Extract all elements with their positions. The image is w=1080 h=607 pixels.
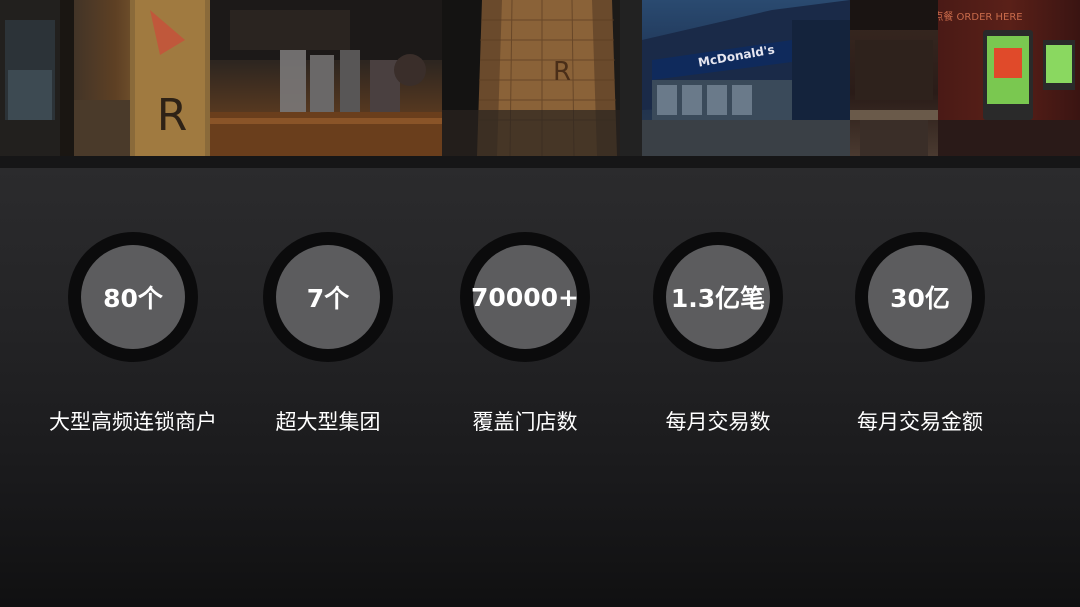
stat-disc: 1.3亿笔 [666,245,770,349]
stat-ring: 7个 [263,232,393,362]
coffee-roastery-photo: R [0,0,210,156]
mcdonalds-storefront-graphic: McDonald's [642,0,850,156]
stat-disc: 80个 [81,245,185,349]
svg-text:R: R [553,57,571,87]
order-kiosk-photo: 点餐 ORDER HERE [938,0,1080,156]
mcdonalds-storefront-photo: McDonald's [642,0,850,156]
stat-ring: 80个 [68,232,198,362]
photo-banner: R R McDonald's 点餐 ORDER HERE [0,0,1080,156]
svg-text:R: R [157,90,188,141]
stat-disc: 70000+ [471,245,579,349]
stat-value: 70000+ [471,282,579,312]
stat-ring: 1.3亿笔 [653,232,783,362]
copper-cask-graphic: R [442,0,642,156]
copper-cask-photo: R [442,0,642,156]
stat-value: 80个 [103,284,163,313]
kiosk-sign-text: 点餐 ORDER HERE [938,10,1023,23]
dining-area-photo [850,0,938,156]
stat-ring: 30亿 [855,232,985,362]
order-kiosk-graphic: 点餐 ORDER HERE [938,10,1080,156]
stat-value: 7个 [306,284,350,313]
stat-disc: 7个 [276,245,380,349]
stat-value: 1.3亿笔 [670,284,766,313]
stat-ring: 70000+ [460,232,590,362]
banner-divider [0,156,1080,168]
stat-value: 30亿 [890,284,950,313]
dining-area-graphic [850,0,938,156]
coffee-roastery-graphic: R [0,0,210,156]
coffee-bar-graphic [210,0,442,156]
stat-disc: 30亿 [868,245,972,349]
coffee-bar-photo [210,0,442,156]
stat-label: 每月交易金额 [857,410,983,434]
